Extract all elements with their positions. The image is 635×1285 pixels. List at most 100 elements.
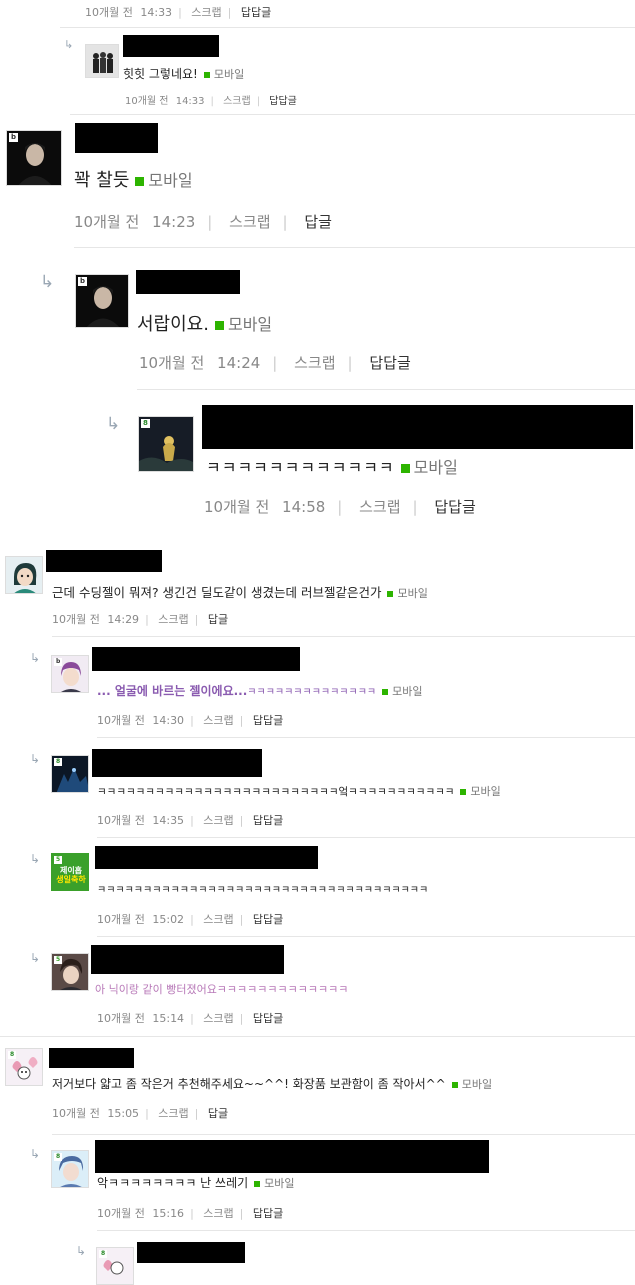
comment-body: ㅋㅋㅋㅋㅋㅋㅋㅋㅋㅋㅋㅋ: [206, 458, 395, 477]
avatar-badge: b: [54, 658, 63, 666]
avatar: 8: [51, 1150, 89, 1188]
scrap-link[interactable]: 스크랩: [203, 1207, 233, 1220]
comment-meta: 10개월 전 14:23 | 스크랩 | 답글: [74, 213, 332, 231]
reply-link[interactable]: 답글: [304, 213, 332, 231]
reply-link[interactable]: 답답글: [253, 1207, 283, 1220]
avatar: b: [75, 274, 129, 328]
comment-time: 14:58: [282, 498, 326, 516]
reply-arrow-icon: ↳: [30, 852, 41, 866]
comment-8: ↳ 5 제이홉 생일축하 ㅋㅋㅋㅋㅋㅋㅋㅋㅋㅋㅋㅋㅋㅋㅋㅋㅋㅋㅋㅋㅋㅋㅋㅋㅋㅋㅋ…: [0, 838, 635, 937]
comment-3: ↳ b 서랍이요. 모바일 10개월 전 14:24 | 스크랩 | 답답글: [0, 250, 635, 390]
comment-time: 14:33: [175, 96, 205, 107]
nickname-redacted: [92, 749, 262, 777]
comment-body: ㅋㅋㅋㅋㅋㅋㅋㅋㅋㅋㅋㅋㅋㅋㅋㅋㅋㅋㅋㅋㅋㅋㅋㅋㅋㅋㅋㅋㅋㅋㅋㅋㅋㅋㅋㅋ: [97, 885, 429, 896]
reply-arrow-icon: ↳: [106, 414, 121, 434]
comment-time: 14:23: [152, 213, 196, 231]
comment-body: 저거보다 얇고 좀 작은거 추천해주세요~~^^! 화장품 보관함이 좀 작아서…: [52, 1077, 446, 1091]
reply-link[interactable]: 답답글: [269, 96, 297, 107]
scrap-link[interactable]: 스크랩: [223, 96, 251, 107]
avatar-badge: 8: [8, 1051, 17, 1059]
comment-body-laugh: ㅋㅋㅋㅋㅋㅋㅋㅋㅋㅋㅋㅋㅋㅋ: [247, 687, 377, 698]
scrap-link[interactable]: 스크랩: [294, 354, 335, 372]
reply-link[interactable]: 답답글: [253, 814, 283, 827]
mobile-badge: 모바일: [209, 315, 272, 334]
comment-meta: 10개월 전 15:14 | 스크랩 | 답답글: [97, 1012, 284, 1025]
avatar-image-icon: [6, 557, 42, 593]
reply-link[interactable]: 답글: [208, 613, 228, 626]
avatar-badge: 8: [141, 419, 150, 428]
comment-body: 아 닉이랑 같이 빵터졌어요ㅋㅋㅋㅋㅋㅋㅋㅋㅋㅋㅋㅋㅋ: [95, 983, 349, 996]
avatar: b: [51, 655, 89, 693]
comment-body: 악ㅋㅋㅋㅋㅋㅋㅋㅋ 난 쓰레기: [97, 1176, 249, 1190]
comment-meta: 10개월 전 14:24 | 스크랩 | 답답글: [139, 354, 411, 372]
scrap-link[interactable]: 스크랩: [203, 814, 233, 827]
comment-text: ㅋㅋㅋㅋㅋㅋㅋㅋㅋㅋㅋㅋㅋㅋㅋㅋㅋㅋㅋㅋㅋㅋㅋㅋㅋ엌ㅋㅋㅋㅋㅋㅋㅋㅋㅋㅋㅋ 모바일: [97, 783, 501, 799]
scrap-link[interactable]: 스크랩: [359, 498, 400, 516]
nickname-redacted: [75, 123, 158, 153]
comment-text: 근데 수딩젤이 뭐져? 생긴건 딜도같이 생겼는데 러브젤같은건가 모바일: [52, 582, 428, 601]
scrap-link[interactable]: 스크랩: [191, 6, 221, 19]
reply-link[interactable]: 답답글: [253, 714, 283, 727]
reply-arrow-icon: ↳: [30, 651, 41, 665]
scrap-link[interactable]: 스크랩: [203, 714, 233, 727]
nickname-redacted: [92, 647, 300, 671]
comment-body: 힛힛 그렇네요!: [123, 67, 198, 81]
comment-text: 아 닉이랑 같이 빵터졌어요ㅋㅋㅋㅋㅋㅋㅋㅋㅋㅋㅋㅋㅋ: [95, 981, 348, 997]
reply-arrow-icon: ↳: [30, 752, 41, 766]
scrap-link[interactable]: 스크랩: [158, 613, 188, 626]
mobile-label: 모바일: [392, 685, 423, 698]
mobile-badge: 모바일: [395, 458, 458, 477]
comment-date: 10개월 전: [139, 354, 205, 372]
avatar-banner-line2: 생일축하: [56, 875, 86, 884]
avatar-badge: b: [9, 133, 19, 142]
comment-body: 꽉 찰듯: [74, 170, 130, 191]
comment-12: ↳ 8: [0, 1231, 635, 1285]
comment-text: ㅋㅋㅋㅋㅋㅋㅋㅋㅋㅋㅋㅋㅋㅋㅋㅋㅋㅋㅋㅋㅋㅋㅋㅋㅋㅋㅋㅋㅋㅋㅋㅋㅋㅋㅋㅋ: [97, 881, 428, 896]
comment-time: 14:33: [140, 6, 173, 19]
reply-link[interactable]: 답답글: [369, 354, 410, 372]
avatar-banner-line1: 제이홉: [59, 866, 83, 875]
avatar-badge: 8: [54, 758, 63, 766]
nickname-redacted: [49, 1048, 134, 1068]
scrap-link[interactable]: 스크랩: [158, 1107, 188, 1120]
comment-6: ↳ b ... 얼굴에 바르는 젤이에요...ㅋㅋㅋㅋㅋㅋㅋㅋㅋㅋㅋㅋㅋㅋ 모바일…: [0, 637, 635, 738]
comment-time: 15:02: [152, 913, 185, 926]
reply-link[interactable]: 답답글: [253, 913, 283, 926]
comment-text: ㅋㅋㅋㅋㅋㅋㅋㅋㅋㅋㅋㅋ 모바일: [206, 454, 458, 478]
avatar: 8: [96, 1247, 134, 1285]
nickname-redacted: [202, 405, 633, 449]
nickname-redacted: [46, 550, 162, 572]
comment-text: 악ㅋㅋㅋㅋㅋㅋㅋㅋ 난 쓰레기 모바일: [97, 1174, 295, 1191]
comment-meta: 10개월 전 15:16 | 스크랩 | 답답글: [97, 1207, 284, 1220]
scrap-link[interactable]: 스크랩: [229, 213, 270, 231]
mobile-label: 모바일: [148, 171, 193, 190]
comment-meta: 10개월 전 14:30 | 스크랩 | 답답글: [97, 714, 284, 727]
scrap-link[interactable]: 스크랩: [203, 913, 233, 926]
scrap-link[interactable]: 스크랩: [203, 1012, 233, 1025]
comment-5: 근데 수딩젤이 뭐져? 생긴건 딜도같이 생겼는데 러브젤같은건가 모바일 10개…: [0, 544, 635, 637]
mobile-label: 모바일: [470, 785, 501, 798]
mobile-badge: 모바일: [198, 68, 244, 81]
comment-divider: [74, 247, 635, 248]
comment-time: 14:29: [107, 613, 140, 626]
avatar-badge: 8: [54, 1153, 63, 1161]
reply-link[interactable]: 답글: [208, 1107, 228, 1120]
avatar: b: [6, 130, 62, 186]
mobile-badge: 모바일: [129, 171, 193, 190]
comment-body-emphasis: ... 얼굴에 바르는 젤이에요...: [97, 684, 248, 698]
comment-meta: 10개월 전 14:58 | 스크랩 | 답답글: [204, 498, 476, 516]
comment-date: 10개월 전: [97, 1012, 145, 1025]
nickname-redacted: [95, 846, 318, 869]
reply-link[interactable]: 답답글: [434, 498, 475, 516]
comment-time: 15:16: [152, 1207, 185, 1220]
avatar: 8: [51, 755, 89, 793]
avatar-badge: b: [78, 277, 88, 286]
comment-date: 10개월 전: [204, 498, 270, 516]
reply-link[interactable]: 답답글: [241, 6, 271, 19]
avatar: 5 제이홉 생일축하: [51, 853, 89, 891]
comment-date: 10개월 전: [74, 213, 140, 231]
comment-1: ↳ 힛힛 그렇네요! 모바일 10개월 전 14:33 | 스크랩 | 답답글: [0, 28, 635, 116]
comment-time: 15:05: [107, 1107, 140, 1120]
mobile-label: 모바일: [213, 68, 245, 81]
reply-link[interactable]: 답답글: [253, 1012, 283, 1025]
